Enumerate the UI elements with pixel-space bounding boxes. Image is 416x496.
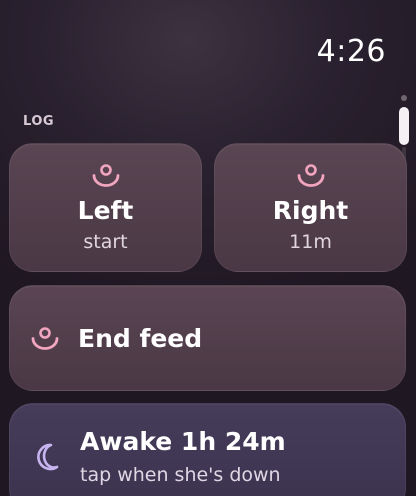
breast-icon (92, 164, 119, 187)
awake-sleep-button[interactable]: Awake 1h 24m tap when she's down (9, 403, 406, 496)
left-feed-button[interactable]: Left start (9, 143, 202, 272)
watch-screen: 4:26 LOG Left start Right 11m End feed A… (0, 0, 416, 496)
awake-hint: tap when she's down (80, 464, 281, 486)
status-time: 4:26 (316, 34, 386, 69)
right-feed-duration: 11m (289, 231, 332, 253)
end-feed-title: End feed (78, 323, 203, 353)
right-feed-button[interactable]: Right 11m (214, 143, 407, 272)
scroll-dot-top (401, 95, 407, 101)
log-section-label: LOG (23, 114, 55, 129)
scroll-thumb[interactable] (399, 107, 409, 145)
end-feed-button[interactable]: End feed (9, 285, 406, 391)
right-feed-title: Right (272, 196, 349, 225)
left-feed-title: Left (77, 196, 134, 225)
left-feed-status: start (83, 231, 128, 253)
moon-icon (37, 443, 59, 471)
awake-text: Awake 1h 24m tap when she's down (80, 427, 286, 486)
breast-icon (31, 327, 59, 350)
breast-icon (297, 164, 324, 187)
awake-duration: Awake 1h 24m (80, 427, 286, 456)
